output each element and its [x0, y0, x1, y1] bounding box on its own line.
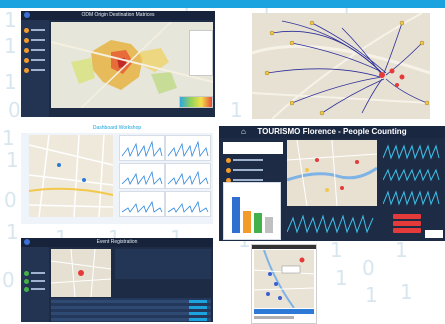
sidebar-item[interactable] [24, 48, 46, 53]
chart-widget [119, 163, 165, 189]
flow-lines-map-screenshot [252, 13, 430, 119]
event-detail-panel [115, 249, 211, 279]
tourismo-screenshot: TOURISMO Florence - People Counting ⌂ [219, 126, 445, 241]
sidebar-item[interactable] [24, 279, 46, 284]
dashboard-workshop-screenshot: Dashboard Workshop [21, 124, 213, 224]
red-action-button[interactable] [393, 214, 421, 219]
chart-widget [165, 163, 211, 189]
snap4city-logo-icon [24, 12, 30, 18]
dashboard-map[interactable] [29, 135, 113, 217]
sidebar-item[interactable] [226, 168, 263, 173]
sidebar-item[interactable] [226, 158, 263, 163]
tourismo-title: TOURISMO Florence - People Counting [257, 127, 407, 136]
event-title: Event Registration [96, 239, 138, 245]
event-table [51, 298, 211, 322]
dashboard-header: Dashboard Workshop [21, 124, 213, 133]
red-action-button[interactable] [393, 228, 421, 233]
mobile-footer-bar [254, 309, 314, 314]
event-sidebar [21, 247, 49, 322]
dashboard-charts [119, 135, 211, 217]
chart-widget [119, 135, 165, 161]
chart-widget [165, 135, 211, 161]
od-matrix-legend [189, 30, 213, 76]
chart-widget [119, 191, 165, 217]
event-map[interactable] [51, 249, 111, 297]
sidebar-item[interactable] [24, 38, 46, 43]
sidebar-item[interactable] [24, 287, 46, 292]
tourismo-right-charts [382, 140, 443, 212]
sidebar-item[interactable] [24, 28, 46, 33]
color-scale-legend [179, 96, 213, 108]
home-icon[interactable]: ⌂ [241, 126, 246, 138]
chart-widget [165, 191, 211, 217]
snap4city-logo-icon [425, 230, 443, 238]
street-grid [29, 135, 113, 217]
od-matrix-sidebar [21, 20, 49, 117]
mobile-map[interactable] [254, 250, 314, 308]
tourismo-map[interactable] [287, 140, 377, 206]
mobile-footer-text [254, 316, 294, 319]
flow-lines-layer [252, 13, 430, 119]
tourismo-line-chart [286, 210, 377, 238]
red-action-button[interactable] [393, 221, 421, 226]
dashboard-title: Dashboard Workshop [92, 125, 142, 131]
event-registration-screenshot: Event Registration [21, 238, 213, 322]
od-matrix-screenshot: ODM Origin Destination Matrices [21, 11, 215, 117]
sidebar-item[interactable] [24, 58, 46, 63]
mobile-status-bar [252, 245, 316, 249]
od-matrix-map[interactable] [51, 22, 213, 108]
tourismo-bar-chart [223, 182, 281, 240]
tourismo-logos [223, 142, 283, 154]
tourismo-header: TOURISMO Florence - People Counting [219, 126, 445, 138]
sidebar-item[interactable] [24, 68, 46, 73]
od-matrix-title: ODM Origin Destination Matrices [81, 12, 155, 18]
od-matrix-header: ODM Origin Destination Matrices [21, 11, 215, 20]
mobile-app-screenshot [251, 244, 317, 324]
top-accent-bar [0, 0, 445, 8]
sidebar-item[interactable] [24, 271, 46, 276]
snap4city-logo-icon [24, 239, 30, 245]
event-header: Event Registration [21, 238, 213, 247]
